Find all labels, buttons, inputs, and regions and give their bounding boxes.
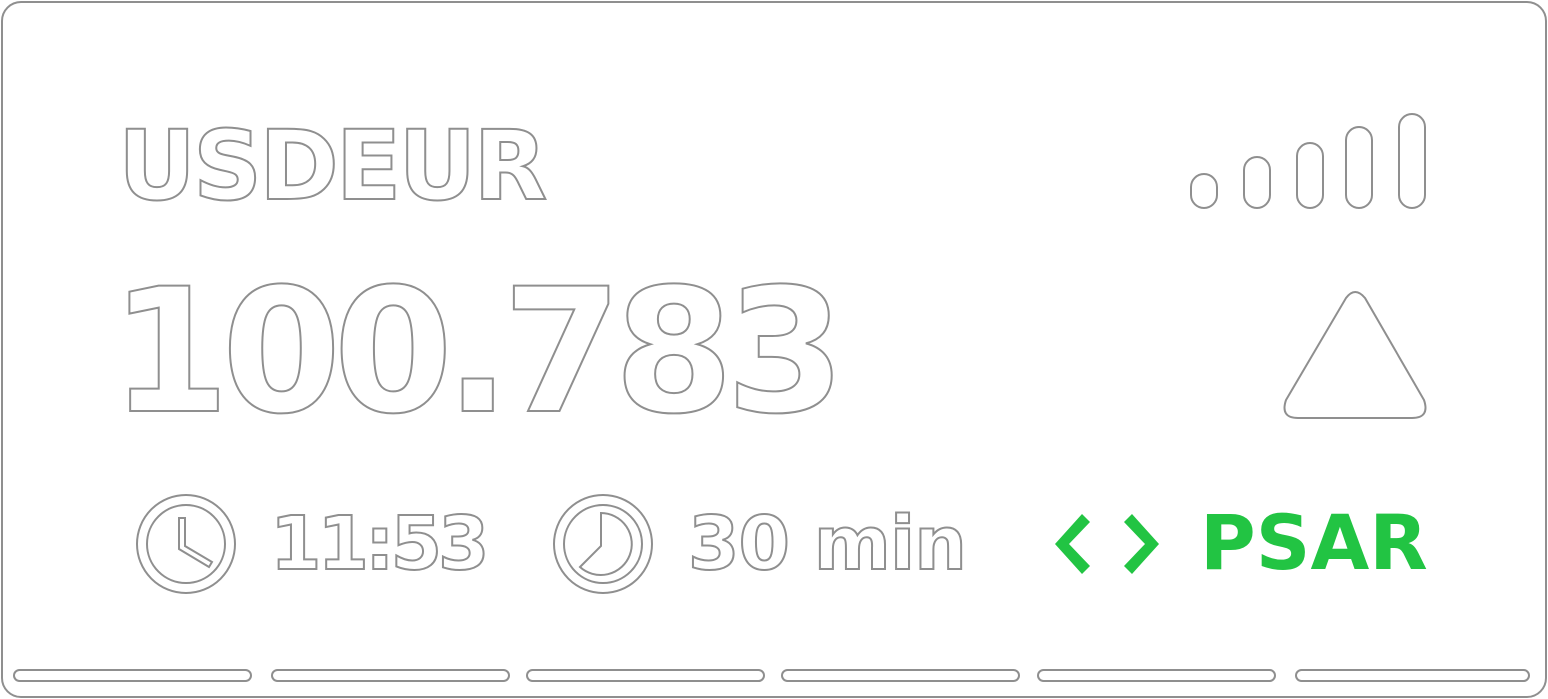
code-brackets-icon xyxy=(1054,511,1160,577)
pager-segment-3[interactable] xyxy=(526,669,765,682)
indicator-label: PSAR xyxy=(1200,498,1428,587)
pager-segment-5[interactable] xyxy=(1037,669,1276,682)
signal-bar-3 xyxy=(1296,142,1324,209)
symbol-label: USDEUR xyxy=(117,110,548,222)
triangle-up-icon xyxy=(1278,288,1434,424)
pager-segment-4[interactable] xyxy=(781,669,1020,682)
pager-segment-6[interactable] xyxy=(1295,669,1530,682)
signal-bar-1 xyxy=(1190,173,1218,209)
timer-icon xyxy=(550,491,656,597)
signal-strength-icon xyxy=(1188,112,1430,212)
signal-bar-5 xyxy=(1398,113,1426,209)
time-value: 11:53 xyxy=(269,501,491,587)
interval-value: 30 min xyxy=(687,501,968,587)
clock-icon xyxy=(133,491,239,597)
signal-bar-4 xyxy=(1345,126,1373,209)
price-value: 100.783 xyxy=(109,251,846,452)
pager-segment-2[interactable] xyxy=(271,669,510,682)
pager-segment-1[interactable] xyxy=(13,669,252,682)
signal-bar-2 xyxy=(1243,156,1271,209)
